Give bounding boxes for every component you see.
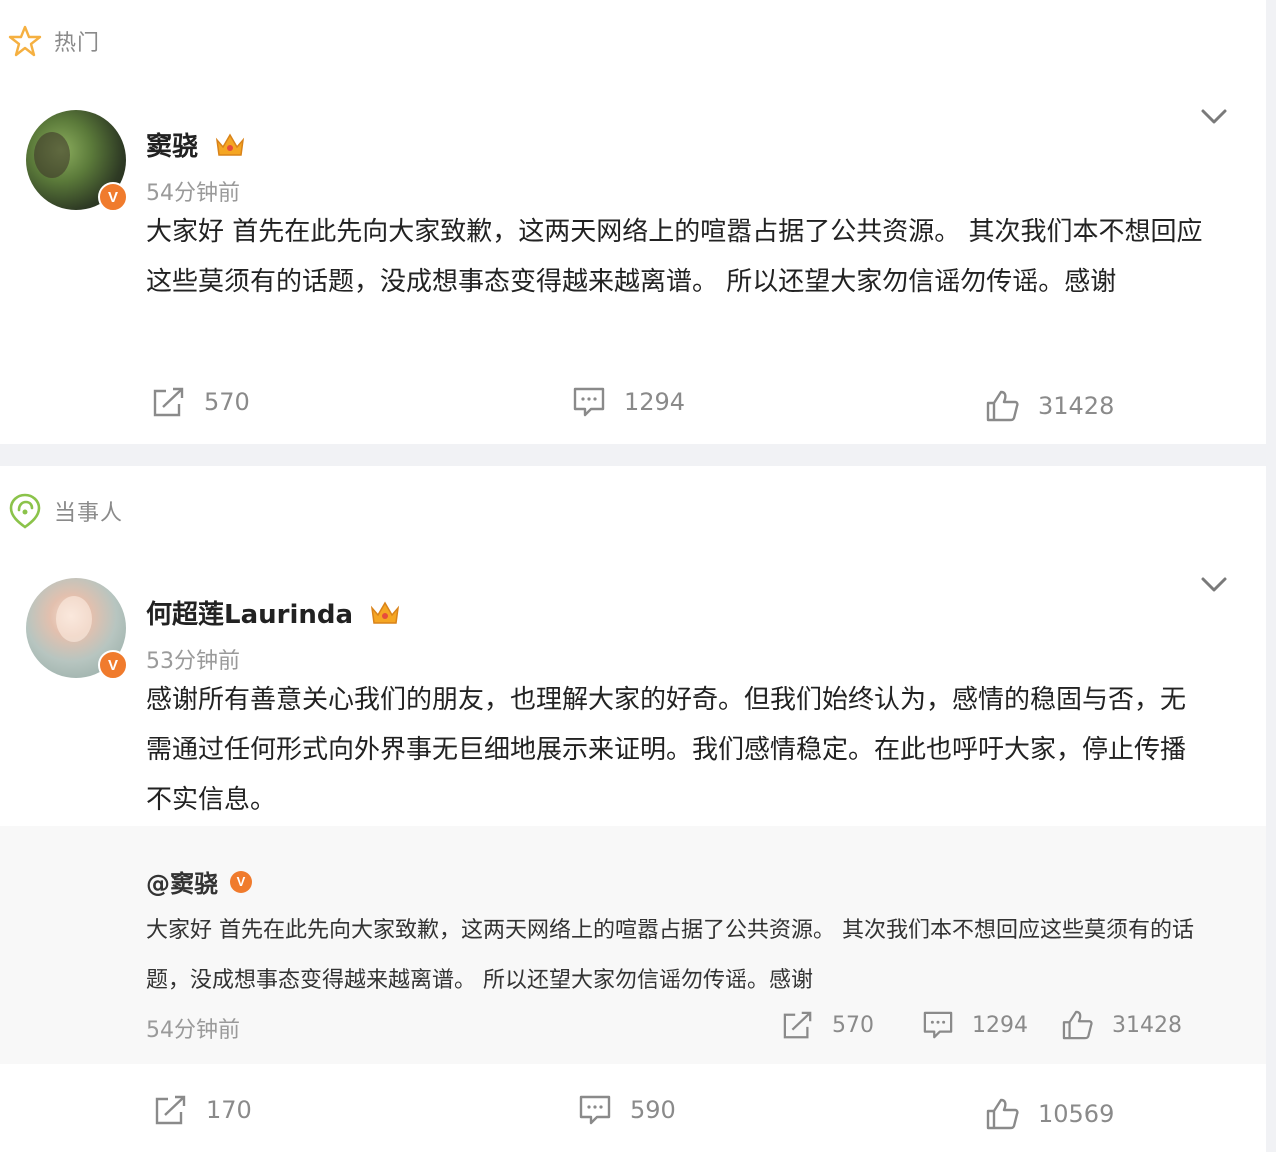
post-content: 大家好 首先在此先向大家致歉，这两天网络上的喧嚣占据了公共资源。 其次我们本不想… bbox=[146, 217, 1203, 297]
repost-icon bbox=[783, 1011, 812, 1039]
comment-icon bbox=[573, 387, 605, 417]
quoted-comment-button[interactable]: 1294 bbox=[922, 1010, 1028, 1040]
verified-badge: V bbox=[98, 182, 128, 212]
like-button[interactable]: 10569 bbox=[986, 1098, 1114, 1130]
like-icon bbox=[986, 1098, 1019, 1130]
repost-button[interactable]: 170 bbox=[154, 1094, 252, 1126]
action-bar: 570 1294 31428 bbox=[0, 386, 1266, 426]
section-party: 当事人 bbox=[8, 492, 123, 530]
comment-icon bbox=[923, 1011, 953, 1039]
party-icon bbox=[9, 493, 41, 529]
comment-icon bbox=[579, 1095, 611, 1125]
verified-badge: V bbox=[98, 650, 128, 680]
repost-button[interactable]: 570 bbox=[152, 386, 250, 418]
repost-icon bbox=[155, 1095, 186, 1125]
post-time[interactable]: 54分钟前 bbox=[146, 175, 240, 207]
verified-badge: V bbox=[230, 870, 252, 893]
avatar[interactable]: V bbox=[26, 578, 128, 680]
username[interactable]: 窦骁 bbox=[146, 126, 246, 163]
post-content: 感谢所有善意关心我们的朋友，也理解大家的好奇。但我们始终认为，感情的稳固与否，无… bbox=[146, 685, 1187, 815]
like-icon bbox=[986, 390, 1019, 422]
like-icon bbox=[1062, 1010, 1093, 1040]
quoted-like-button[interactable]: 31428 bbox=[1062, 1010, 1182, 1040]
section-hot-label: 热门 bbox=[54, 31, 101, 56]
username[interactable]: 何超莲Laurinda bbox=[146, 594, 401, 631]
post-card-1: 热门 V 窦骁 54分钟前 大家好 首先在此先向大家致歉，这两天网络上的喧嚣占据… bbox=[0, 0, 1266, 444]
star-icon bbox=[8, 25, 42, 57]
section-party-label: 当事人 bbox=[54, 501, 124, 526]
section-hot: 热门 bbox=[8, 24, 100, 58]
crown-icon bbox=[370, 601, 400, 624]
repost-icon bbox=[153, 387, 184, 417]
like-button[interactable]: 31428 bbox=[986, 390, 1114, 422]
action-bar: 170 590 10569 bbox=[0, 1094, 1266, 1134]
chevron-down-icon[interactable] bbox=[1200, 572, 1228, 596]
quoted-post[interactable]: @窦骁 V 大家好 首先在此先向大家致歉，这两天网络上的喧嚣占据了公共资源。 其… bbox=[0, 826, 1266, 1064]
quoted-username[interactable]: @窦骁 V bbox=[146, 864, 252, 899]
quoted-repost-button[interactable]: 570 bbox=[782, 1010, 874, 1040]
comment-button[interactable]: 1294 bbox=[572, 386, 685, 418]
comment-button[interactable]: 590 bbox=[578, 1094, 676, 1126]
avatar[interactable]: V bbox=[26, 110, 128, 212]
quoted-content: 大家好 首先在此先向大家致歉，这两天网络上的喧嚣占据了公共资源。 其次我们本不想… bbox=[146, 918, 1194, 993]
post-time[interactable]: 53分钟前 bbox=[146, 643, 240, 675]
quoted-time[interactable]: 54分钟前 bbox=[146, 1012, 240, 1044]
chevron-down-icon[interactable] bbox=[1200, 104, 1228, 128]
crown-icon bbox=[215, 133, 245, 156]
